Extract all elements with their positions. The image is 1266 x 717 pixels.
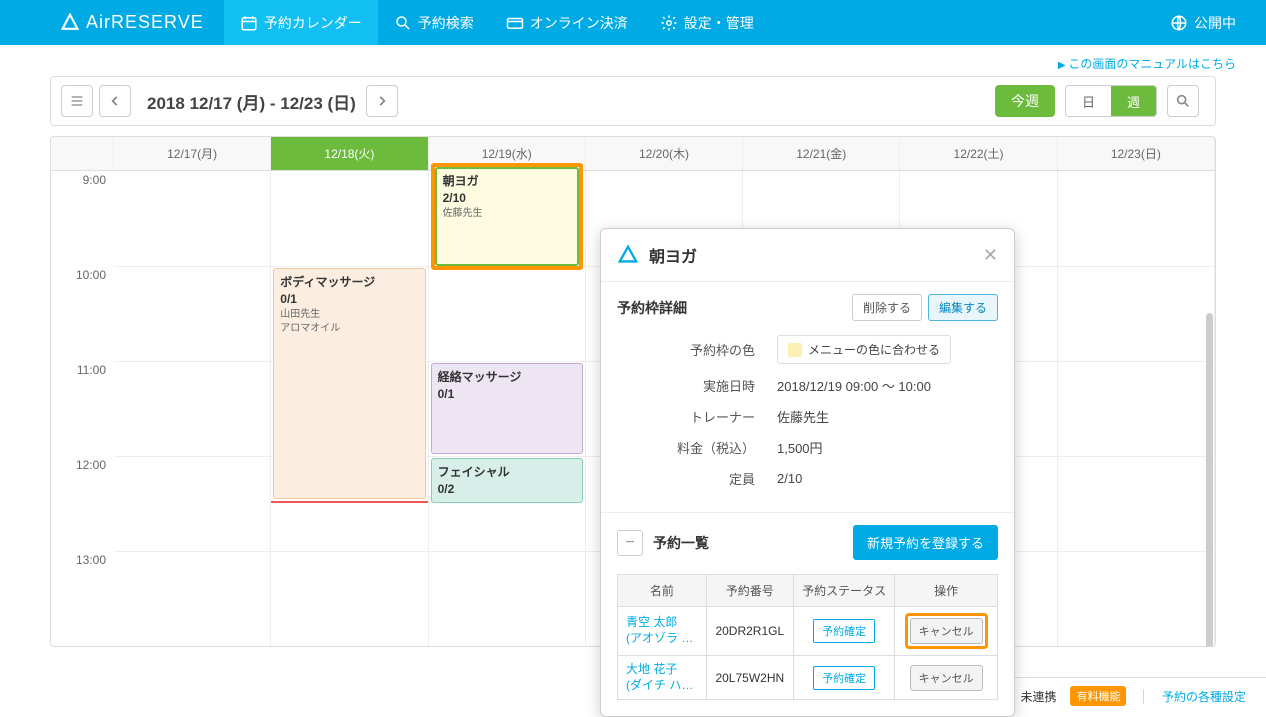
value-trainer: 佐藤先生: [777, 407, 998, 426]
search-button[interactable]: [1167, 85, 1199, 117]
th-status: 予約ステータス: [793, 575, 895, 607]
popup-reservation-section: − 予約一覧 新規予約を登録する 名前 予約番号 予約ステータス 操作 青空 太…: [601, 512, 1014, 716]
nav-search[interactable]: 予約検索: [378, 0, 490, 45]
this-week-button[interactable]: 今週: [995, 85, 1055, 117]
label-capacity: 定員: [617, 469, 777, 488]
label-color: 予約枠の色: [617, 340, 777, 359]
publish-status[interactable]: 公開中: [1140, 13, 1266, 33]
globe-icon: [1170, 14, 1188, 32]
triangle-icon: [617, 244, 639, 266]
paid-badge[interactable]: 有料機能: [1070, 686, 1126, 706]
footer-bar: 未連携 有料機能 │ 予約の各種設定: [985, 677, 1266, 714]
label-trainer: トレーナー: [617, 407, 777, 426]
logo-text: AirRESERVE: [86, 12, 204, 33]
day-col-mon[interactable]: [114, 171, 271, 646]
logo-icon: [60, 13, 80, 33]
value-price: 1,500円: [777, 438, 998, 457]
event-keiraku[interactable]: 経絡マッサージ 0/1: [431, 363, 583, 454]
next-button[interactable]: [366, 85, 398, 117]
popup-title: 朝ヨガ: [649, 243, 983, 267]
view-day-button[interactable]: 日: [1066, 86, 1111, 116]
manual-link[interactable]: この画面のマニュアルはこちら: [0, 45, 1266, 76]
popup-header: 朝ヨガ ✕: [601, 229, 1014, 282]
scrollbar[interactable]: [1206, 313, 1213, 647]
reservation-number: 20DR2R1GL: [706, 607, 793, 656]
th-number: 予約番号: [706, 575, 793, 607]
table-row: 大地 花子(ダイチ ハ… 20L75W2HN 予約確定 キャンセル: [618, 656, 998, 700]
toolbar: 2018 12/17 (月) - 12/23 (日) 今週 日 週: [50, 76, 1216, 126]
day-header[interactable]: 12/21(金): [743, 137, 900, 170]
day-col-tue[interactable]: ボディマッサージ 0/1 山田先生 アロマオイル: [271, 171, 428, 646]
day-header[interactable]: 12/20(木): [586, 137, 743, 170]
th-name: 名前: [618, 575, 707, 607]
status-badge: 予約確定: [813, 666, 875, 690]
calendar-header: 12/17(月) 12/18(火) 12/19(水) 12/20(木) 12/2…: [51, 137, 1215, 171]
nav-settings[interactable]: 設定・管理: [644, 0, 770, 45]
time-column: 9:00 10:00 11:00 12:00 13:00: [51, 171, 114, 646]
time-label: 12:00: [51, 456, 114, 551]
value-datetime: 2018/12/19 09:00 〜 10:00: [777, 376, 998, 395]
section-title: 予約一覧: [653, 533, 853, 553]
day-header-today[interactable]: 12/18(火): [271, 137, 428, 170]
close-icon[interactable]: ✕: [983, 245, 998, 266]
value-capacity: 2/10: [777, 471, 998, 486]
event-facial[interactable]: フェイシャル 0/2: [431, 458, 583, 503]
nav-payment[interactable]: オンライン決済: [490, 0, 644, 45]
time-label: 10:00: [51, 266, 114, 361]
event-body-massage[interactable]: ボディマッサージ 0/1 山田先生 アロマオイル: [273, 268, 425, 499]
time-label: 13:00: [51, 551, 114, 646]
cancel-button[interactable]: キャンセル: [910, 665, 983, 691]
time-label: 11:00: [51, 361, 114, 456]
card-icon: [506, 14, 524, 32]
pointer-icon: [579, 238, 583, 254]
nav-label: 予約検索: [418, 13, 474, 33]
edit-button[interactable]: 編集する: [928, 294, 998, 321]
reservation-number: 20L75W2HN: [706, 656, 793, 700]
nav-label: オンライン決済: [530, 13, 628, 33]
collapse-button[interactable]: −: [617, 530, 643, 556]
section-title: 予約枠詳細: [617, 298, 846, 318]
day-header[interactable]: 12/17(月): [114, 137, 271, 170]
nav-label: 設定・管理: [684, 13, 754, 33]
calendar-icon: [240, 14, 258, 32]
reservation-name[interactable]: 大地 花子(ダイチ ハ…: [618, 656, 707, 700]
time-label: 9:00: [51, 171, 114, 266]
color-badge: メニューの色に合わせる: [777, 335, 951, 364]
popup-detail-section: 予約枠詳細 削除する 編集する 予約枠の色 メニューの色に合わせる 実施日時 2…: [601, 282, 1014, 512]
event-highlighted-yoga[interactable]: 朝ヨガ 2/10 佐藤先生: [431, 163, 583, 270]
color-swatch-icon: [788, 343, 802, 357]
now-indicator: [271, 501, 427, 503]
day-col-wed[interactable]: 朝ヨガ 2/10 佐藤先生 経絡マッサージ 0/1 フェイシャル 0/2: [429, 171, 586, 646]
footer-unlinked: 未連携: [1020, 688, 1056, 705]
day-header[interactable]: 12/23(日): [1058, 137, 1215, 170]
app-header: AirRESERVE 予約カレンダー 予約検索 オンライン決済 設定・管理 公開…: [0, 0, 1266, 45]
nav-label: 予約カレンダー: [264, 13, 362, 33]
logo[interactable]: AirRESERVE: [0, 12, 224, 33]
footer-settings-link[interactable]: 予約の各種設定: [1162, 688, 1246, 705]
label-datetime: 実施日時: [617, 376, 777, 395]
search-icon: [394, 14, 412, 32]
status-badge: 予約確定: [813, 619, 875, 643]
view-week-button[interactable]: 週: [1111, 86, 1156, 116]
day-header[interactable]: 12/22(土): [900, 137, 1057, 170]
gear-icon: [660, 14, 678, 32]
th-action: 操作: [895, 575, 998, 607]
table-row: 青空 太郎(アオゾラ … 20DR2R1GL 予約確定 キャンセル: [618, 607, 998, 656]
label-price: 料金（税込）: [617, 438, 777, 457]
reservation-table: 名前 予約番号 予約ステータス 操作 青空 太郎(アオゾラ … 20DR2R1G…: [617, 574, 998, 700]
publish-label: 公開中: [1194, 13, 1236, 33]
new-reservation-button[interactable]: 新規予約を登録する: [853, 525, 998, 560]
event-detail-popup: 朝ヨガ ✕ 予約枠詳細 削除する 編集する 予約枠の色 メニューの色に合わせる …: [600, 228, 1015, 717]
delete-button[interactable]: 削除する: [852, 294, 922, 321]
reservation-name[interactable]: 青空 太郎(アオゾラ …: [618, 607, 707, 656]
cancel-button-highlighted[interactable]: キャンセル: [910, 618, 983, 644]
menu-button[interactable]: [61, 85, 93, 117]
prev-button[interactable]: [99, 85, 131, 117]
date-range: 2018 12/17 (月) - 12/23 (日): [147, 89, 356, 114]
nav-calendar[interactable]: 予約カレンダー: [224, 0, 378, 45]
view-switch: 日 週: [1065, 85, 1157, 117]
day-col-sun[interactable]: [1058, 171, 1215, 646]
